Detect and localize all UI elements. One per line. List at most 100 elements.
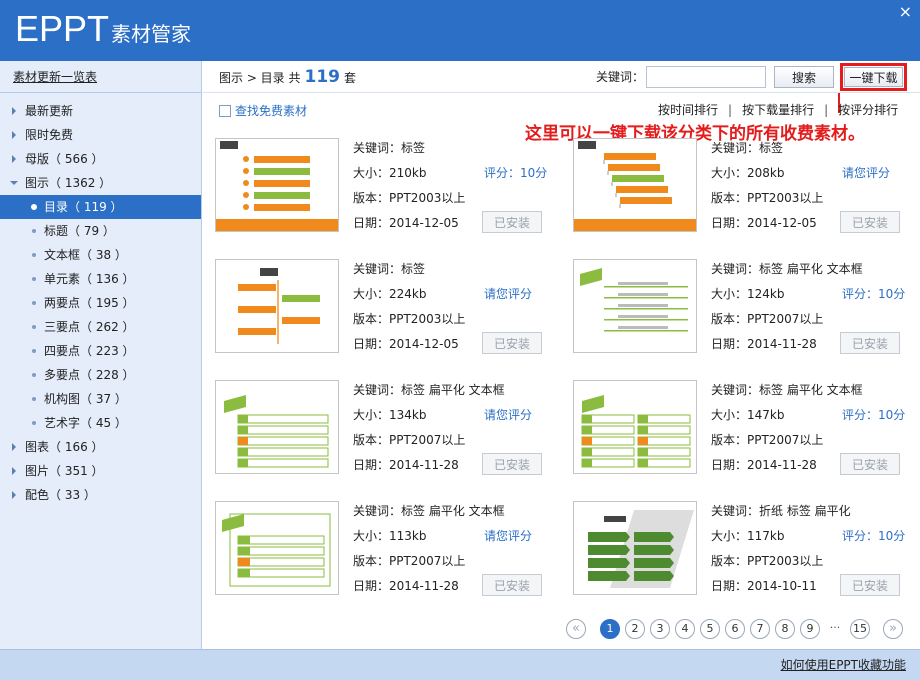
material-card[interactable]: 关键词：标签 大小：224kb 请您评分 版本：PPT2003以上 日期：2014-12… <box>215 259 555 359</box>
installed-button[interactable]: 已安装 <box>840 332 900 354</box>
material-rating[interactable]: 请您评分 <box>484 405 532 425</box>
logo-sub-text: 素材管家 <box>111 22 192 46</box>
material-thumbnail[interactable] <box>573 380 697 474</box>
sidebar-item[interactable]: 图表（ 166 ） <box>0 435 201 459</box>
material-date: 日期：2014-11-28 <box>711 337 817 351</box>
material-size: 大小：224kb <box>353 287 427 301</box>
material-size-row: 大小：134kb 请您评分 <box>353 405 553 430</box>
material-keywords: 关键词：标签 扁平化 文本框 <box>711 383 863 397</box>
material-keywords: 关键词：标签 <box>353 141 426 155</box>
material-thumbnail[interactable] <box>573 138 697 232</box>
title-bar: EPPT 素材管家 × <box>0 0 920 61</box>
material-card[interactable]: 关键词：标签 扁平化 文本框 大小：147kb 评分：10分 版本：PPT2007以上… <box>573 380 913 480</box>
material-size-row: 大小：113kb 请您评分 <box>353 526 553 551</box>
sidebar: 素材更新一览表 最新更新 限时免费 母版（ 566 ）图示（ 1362 ）目录（ 1… <box>0 61 202 649</box>
material-version: 版本：PPT2007以上 <box>353 433 466 447</box>
header-bar: 图示 > 目录 共 119 套 关键词： 搜索 一键下载 <box>203 61 920 93</box>
help-link[interactable]: 如何使用EPPT收藏功能 <box>781 656 906 673</box>
sidebar-item[interactable]: 单元素（ 136 ） <box>0 267 201 291</box>
material-version: 版本：PPT2007以上 <box>711 312 824 326</box>
search-button[interactable]: 搜索 <box>774 66 834 88</box>
free-filter[interactable]: 查找免费素材 <box>219 102 307 119</box>
download-all-button[interactable]: 一键下载 <box>844 67 903 87</box>
material-card[interactable]: 关键词：标签 大小：210kb 评分：10分 版本：PPT2003以上 日期：2014-… <box>215 138 555 238</box>
material-thumbnail[interactable] <box>215 501 339 595</box>
sidebar-item[interactable]: 标题（ 79 ） <box>0 219 201 243</box>
material-card[interactable]: 关键词：折纸 标签 扁平化 大小：117kb 评分：10分 版本：PPT2003以上日… <box>573 501 913 601</box>
page-button[interactable]: 5 <box>700 619 720 639</box>
installed-button[interactable]: 已安装 <box>482 574 542 596</box>
page-button[interactable]: 8 <box>775 619 795 639</box>
material-thumbnail[interactable] <box>573 501 697 595</box>
sidebar-item[interactable]: 目录（ 119 ） <box>0 195 201 219</box>
sidebar-item[interactable]: 艺术字（ 45 ） <box>0 411 201 435</box>
sidebar-item[interactable]: 图片（ 351 ） <box>0 459 201 483</box>
material-update-list-link[interactable]: 素材更新一览表 <box>13 70 97 84</box>
material-rating[interactable]: 评分：10分 <box>842 284 905 304</box>
material-rating[interactable]: 请您评分 <box>484 284 532 304</box>
material-thumbnail[interactable] <box>573 259 697 353</box>
page-button[interactable]: 6 <box>725 619 745 639</box>
sidebar-item[interactable]: 文本框（ 38 ） <box>0 243 201 267</box>
material-thumbnail[interactable] <box>215 380 339 474</box>
sidebar-item[interactable]: 两要点（ 195 ） <box>0 291 201 315</box>
page-button[interactable]: 3 <box>650 619 670 639</box>
material-size-row: 大小：210kb 评分：10分 <box>353 163 553 188</box>
installed-button[interactable]: 已安装 <box>482 332 542 354</box>
page-button[interactable]: 7 <box>750 619 770 639</box>
sidebar-item[interactable]: 最新更新 <box>0 99 201 123</box>
installed-button[interactable]: 已安装 <box>840 453 900 475</box>
page-ellipsis: ··· <box>829 621 841 634</box>
page-button[interactable]: 4 <box>675 619 695 639</box>
installed-button[interactable]: 已安装 <box>482 211 542 233</box>
installed-button[interactable]: 已安装 <box>840 211 900 233</box>
material-thumbnail[interactable] <box>215 138 339 232</box>
close-icon[interactable]: × <box>899 4 912 20</box>
sidebar-item[interactable]: 图示（ 1362 ） <box>0 171 201 195</box>
material-rating[interactable]: 评分：10分 <box>842 405 905 425</box>
sidebar-item[interactable]: 配色（ 33 ） <box>0 483 201 507</box>
free-filter-checkbox[interactable] <box>219 104 231 117</box>
material-version: 版本：PPT2003以上 <box>353 191 466 205</box>
material-rating[interactable]: 评分：10分 <box>842 526 905 546</box>
installed-button[interactable]: 已安装 <box>482 453 542 475</box>
material-card[interactable]: 关键词：标签 大小：208kb 请您评分 版本：PPT2003以上 日期：2014-12… <box>573 138 913 238</box>
next-page-icon[interactable]: » <box>883 619 903 639</box>
material-rating[interactable]: 评分：10分 <box>484 163 547 183</box>
sidebar-item[interactable]: 母版（ 566 ） <box>0 147 201 171</box>
installed-button[interactable]: 已安装 <box>840 574 900 596</box>
last-page-button[interactable]: 15 <box>850 619 870 639</box>
keyword-input[interactable] <box>646 66 766 88</box>
page-button[interactable]: 9 <box>800 619 820 639</box>
page-button[interactable]: 1 <box>600 619 620 639</box>
page-button[interactable]: 2 <box>625 619 645 639</box>
sidebar-item[interactable]: 三要点（ 262 ） <box>0 315 201 339</box>
material-rating[interactable]: 请您评分 <box>842 163 890 183</box>
category-tree: 最新更新 限时免费 母版（ 566 ）图示（ 1362 ）目录（ 119 ）标题（ … <box>0 93 201 507</box>
prev-page-icon[interactable]: « <box>566 619 586 639</box>
material-card[interactable]: 关键词：标签 扁平化 文本框 大小：134kb 请您评分版本：PPT2007以上 日期… <box>215 380 555 480</box>
sidebar-top-bar: 素材更新一览表 <box>0 61 201 93</box>
material-rating[interactable]: 请您评分 <box>484 526 532 546</box>
material-size: 大小：124kb <box>711 287 785 301</box>
sidebar-item[interactable]: 多要点（ 228 ） <box>0 363 201 387</box>
result-count: 119 <box>304 67 341 87</box>
material-date: 日期：2014-11-28 <box>353 458 459 472</box>
material-card[interactable]: 关键词：标签 扁平化 文本框 大小：124kb 评分：10分 版本：PPT2007以上… <box>573 259 913 359</box>
sort-by-downloads-link[interactable]: 按下载量排行 <box>742 103 814 117</box>
material-size: 大小：134kb <box>353 408 427 422</box>
sidebar-item[interactable]: 四要点（ 223 ） <box>0 339 201 363</box>
material-size: 大小：210kb <box>353 166 427 180</box>
material-keywords: 关键词：标签 <box>353 262 426 276</box>
sidebar-item[interactable]: 限时免费 <box>0 123 201 147</box>
sort-by-time-link[interactable]: 按时间排行 <box>658 103 718 117</box>
material-date-row: 日期：2014-11-28 已安装 <box>711 453 911 480</box>
free-filter-label[interactable]: 查找免费素材 <box>235 102 307 119</box>
sidebar-item[interactable]: 机构图（ 37 ） <box>0 387 201 411</box>
material-meta: 关键词：标签 扁平化 文本框 大小：113kb 请您评分 版本：PPT2007以上 日期… <box>353 501 553 601</box>
sort-by-rating-link[interactable]: 按评分排行 <box>838 103 898 117</box>
material-keywords: 关键词：标签 扁平化 文本框 <box>353 383 505 397</box>
material-meta: 关键词：标签 大小：210kb 评分：10分 版本：PPT2003以上 日期：2014-… <box>353 138 553 238</box>
material-card[interactable]: 关键词：标签 扁平化 文本框 大小：113kb 请您评分 版本：PPT2007以上 日期… <box>215 501 555 601</box>
material-thumbnail[interactable] <box>215 259 339 353</box>
